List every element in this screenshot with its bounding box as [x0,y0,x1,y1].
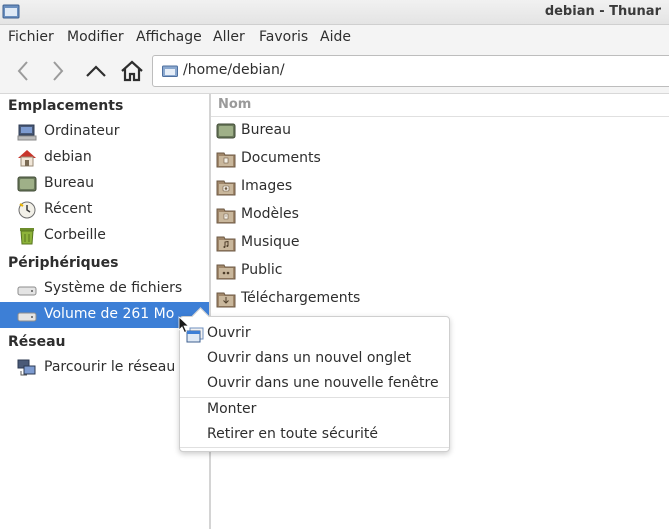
file-list: Nom Bureau Documents Images Modèles Musi… [211,94,669,529]
mouse-cursor-icon [178,316,190,334]
menu-aller[interactable]: Aller [213,29,245,45]
folder-home-icon [162,65,178,77]
home-icon [18,150,36,167]
context-item-nouvel-onglet[interactable]: Ouvrir dans un nouvel onglet [207,350,411,366]
context-item-retirer[interactable]: Retirer en toute sécurité [207,426,378,442]
title-bar: debian - Thunar [0,0,669,25]
location-bar[interactable]: /home/debian/ [152,55,669,87]
forward-button[interactable] [44,57,72,85]
menu-aide[interactable]: Aide [320,29,351,45]
column-header-name[interactable]: Nom [211,94,669,117]
sidebar-section-peripheriques: Périphériques [8,255,119,271]
menu-favoris[interactable]: Favoris [259,29,308,45]
home-button[interactable] [118,57,146,85]
chevron-up-icon [86,65,106,77]
context-item-nouvelle-fenetre[interactable]: Ouvrir dans une nouvelle fenêtre [207,375,439,391]
menu-affichage[interactable]: Affichage [136,29,202,45]
back-button[interactable] [9,57,37,85]
context-item-ouvrir[interactable]: Ouvrir [207,325,251,341]
trash-icon [20,228,34,245]
menu-bar: Fichier Modifier Affichage Aller Favoris… [0,25,669,49]
sidebar-item-recent[interactable]: Récent [0,197,209,223]
sidebar-item-bureau[interactable]: Bureau [0,171,209,197]
window-title: debian - Thunar [544,4,661,19]
parent-folder-button[interactable] [82,57,110,85]
documents-folder-icon [216,152,236,168]
menu-fichier[interactable]: Fichier [8,29,54,45]
sidebar-item-corbeille[interactable]: Corbeille [0,223,209,249]
sidebar-section-emplacements: Emplacements [8,98,124,114]
file-row-musique[interactable]: Musique [211,229,669,257]
file-row-bureau[interactable]: Bureau [211,117,669,145]
menu-modifier[interactable]: Modifier [67,29,124,45]
sidebar-item-debian[interactable]: debian [0,145,209,171]
computer-icon [17,124,37,141]
folder-window-icon [2,4,20,19]
public-folder-icon [216,264,236,280]
desktop-folder-icon [216,123,236,139]
file-row-public[interactable]: Public [211,257,669,285]
file-row-documents[interactable]: Documents [211,145,669,173]
sidebar-section-reseau: Réseau [8,334,66,350]
file-row-telechargements[interactable]: Téléchargements [211,285,669,313]
recent-clock-icon [18,201,36,219]
context-menu-divider [180,397,449,398]
file-row-images[interactable]: Images [211,173,669,201]
chevron-left-icon [17,61,28,81]
location-path: /home/debian/ [183,62,285,78]
sidebar-item-systeme-de-fichiers[interactable]: Système de fichiers [0,276,209,302]
toolbar: /home/debian/ [0,49,669,94]
context-item-monter[interactable]: Monter [207,401,256,417]
pictures-folder-icon [216,180,236,196]
downloads-folder-icon [216,292,236,308]
chevron-right-icon [53,61,64,81]
file-row-modeles[interactable]: Modèles [211,201,669,229]
desktop-icon [17,176,37,192]
drive-icon [17,312,37,322]
context-menu-divider [180,447,449,448]
network-icon [17,359,36,376]
sidebar-item-ordinateur[interactable]: Ordinateur [0,119,209,145]
context-menu: Ouvrir Ouvrir dans un nouvel onglet Ouvr… [179,307,450,452]
drive-icon [17,286,37,296]
templates-folder-icon [216,208,236,224]
sidebar: Emplacements Ordinateur debian Bureau Ré… [0,94,209,529]
sidebar-item-parcourir-le-reseau[interactable]: Parcourir le réseau [0,355,209,381]
home-icon [121,60,143,82]
music-folder-icon [216,236,236,252]
